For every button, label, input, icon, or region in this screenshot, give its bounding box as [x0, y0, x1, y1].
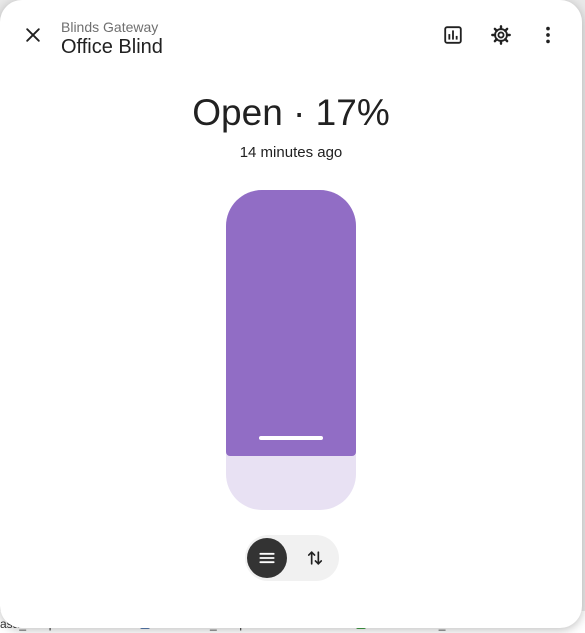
control-mode-toggle [245, 535, 339, 581]
cover-position-slider[interactable] [226, 190, 356, 510]
last-changed-time: 14 minutes ago [239, 144, 343, 161]
close-button[interactable] [15, 17, 51, 53]
dots-vertical-icon [546, 26, 550, 44]
menu-lines-icon [259, 552, 275, 564]
entity-name: Office Blind [61, 36, 163, 58]
device-name: Blinds Gateway [61, 19, 159, 35]
settings-button[interactable] [483, 17, 519, 53]
more-info-dialog: Blinds Gateway Office Blind Open · 17% 1… [0, 0, 582, 628]
cover-state: Open · 17% [192, 92, 390, 133]
more-options-button[interactable] [530, 17, 566, 53]
history-button[interactable] [435, 17, 471, 53]
gear-icon [491, 25, 511, 45]
chart-box-icon [444, 26, 462, 44]
buttons-mode-button[interactable] [295, 538, 335, 578]
position-mode-button[interactable] [247, 538, 287, 578]
slider-handle[interactable] [259, 436, 323, 440]
slider-fill [226, 190, 356, 456]
close-icon [26, 28, 40, 42]
arrow-up-down-icon [307, 551, 323, 565]
